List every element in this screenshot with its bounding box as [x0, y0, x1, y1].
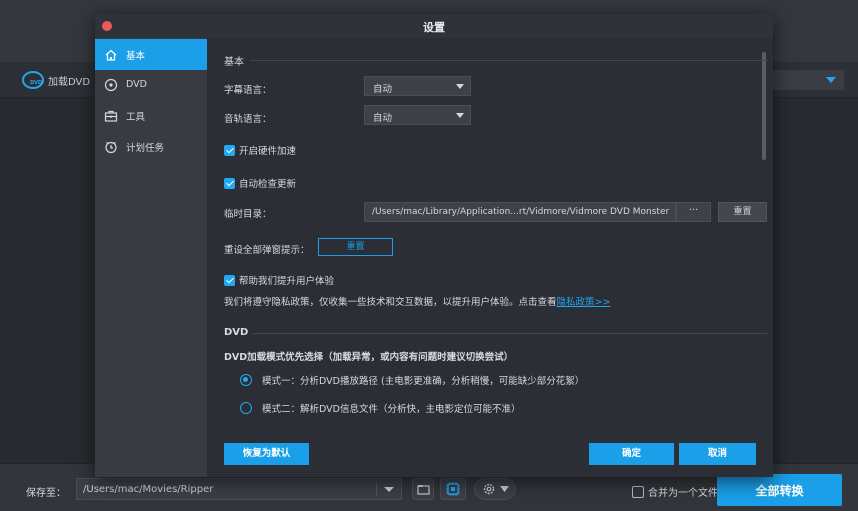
- save-path-select[interactable]: /Users/mac/Movies/Ripper: [76, 478, 402, 500]
- radio-label: 模式一：分析DVD播放路径 (主电影更准确，分析稍慢，可能缺少部分花絮）: [262, 376, 585, 387]
- radio-unselected[interactable]: [240, 402, 252, 414]
- audio-language-label: 音轨语言：: [224, 114, 272, 125]
- section-divider: [253, 333, 767, 334]
- subtitle-language-select[interactable]: 自动: [364, 76, 471, 96]
- checkbox-label: 帮助我们提升用户体验: [239, 276, 335, 287]
- checkbox-label: 自动检查更新: [239, 179, 297, 190]
- toolbox-icon: [104, 110, 118, 122]
- load-dvd-button[interactable]: 加载DVD: [22, 71, 90, 89]
- temp-dir-label: 临时目录：: [224, 209, 272, 220]
- sidebar-item-basic[interactable]: 基本: [95, 39, 207, 70]
- divider: [376, 482, 377, 496]
- section-title-basic: 基本: [224, 57, 244, 68]
- checkbox-box[interactable]: [632, 485, 644, 498]
- section-divider: [250, 60, 767, 61]
- reset-temp-dir-button[interactable]: 重置: [718, 202, 767, 222]
- open-folder-button[interactable]: [412, 478, 434, 500]
- settings-sidebar: 基本 DVD 工具 计划任务: [95, 38, 207, 477]
- sidebar-item-label: 基本: [126, 50, 146, 62]
- radio-label: 模式二：解析DVD信息文件（分析快，主电影定位可能不准）: [262, 404, 521, 415]
- checkbox-checked[interactable]: [224, 177, 235, 189]
- load-dvd-label: 加载DVD: [48, 76, 91, 88]
- chevron-down-icon: [456, 84, 464, 89]
- section-title-dvd: DVD: [224, 327, 249, 338]
- reset-popups-button[interactable]: 重置: [318, 238, 393, 256]
- merge-checkbox[interactable]: 合并为一个文件: [632, 484, 718, 499]
- dialog-title: 设置: [423, 21, 445, 34]
- temp-dir-field[interactable]: /Users/mac/Library/Application...rt/Vidm…: [364, 202, 676, 222]
- restore-default-button[interactable]: 恢复为默认: [224, 443, 309, 465]
- improve-experience-checkbox[interactable]: 帮助我们提升用户体验: [224, 273, 334, 287]
- chevron-down-icon: [384, 487, 394, 492]
- chevron-down-icon: [499, 486, 509, 492]
- checkbox-checked[interactable]: [224, 274, 235, 286]
- checkbox-checked[interactable]: [224, 144, 235, 156]
- select-value: 自动: [373, 84, 393, 95]
- chevron-down-icon: [826, 77, 836, 83]
- sidebar-item-dvd[interactable]: DVD: [95, 69, 207, 100]
- settings-dialog: 设置 基本 DVD 工具 计划任务 基本 字幕语言： 自动 音轨语言： 自动 开…: [95, 14, 773, 477]
- select-value: 自动: [373, 113, 393, 124]
- sidebar-item-label: 计划任务: [126, 142, 165, 154]
- checkbox-label: 开启硬件加速: [239, 146, 297, 157]
- audio-language-select[interactable]: 自动: [364, 105, 471, 125]
- chevron-down-icon: [456, 113, 464, 118]
- clock-icon: [105, 141, 117, 153]
- ok-button[interactable]: 确定: [589, 443, 674, 465]
- sidebar-item-schedule[interactable]: 计划任务: [95, 131, 207, 162]
- privacy-text: 我们将遵守隐私政策，仅收集一些技术和交互数据，以提升用户体验。点击查看隐私政策>…: [224, 294, 610, 308]
- subtitle-language-label: 字幕语言：: [224, 85, 272, 96]
- hardware-accel-button[interactable]: [440, 478, 466, 500]
- merge-label: 合并为一个文件: [648, 488, 718, 499]
- auto-update-checkbox[interactable]: 自动检查更新: [224, 176, 296, 190]
- reset-popups-label: 重设全部弹窗提示：: [224, 245, 310, 256]
- profile-dropdown[interactable]: [772, 70, 844, 90]
- radio-selected[interactable]: [240, 374, 252, 386]
- home-icon: [105, 49, 117, 61]
- convert-all-button[interactable]: 全部转换: [717, 474, 842, 506]
- scrollbar[interactable]: [762, 52, 766, 160]
- sidebar-item-label: DVD: [126, 79, 147, 90]
- cancel-button[interactable]: 取消: [679, 443, 756, 465]
- dvd-load-mode-label: DVD加载模式优先选择（加载异常，或内容有问题时建议切换尝试）: [224, 352, 514, 363]
- mode2-radio[interactable]: 模式二：解析DVD信息文件（分析快，主电影定位可能不准）: [240, 401, 520, 415]
- dvd-icon: [22, 71, 44, 89]
- sidebar-item-tools[interactable]: 工具: [95, 100, 207, 131]
- settings-button[interactable]: [474, 478, 516, 500]
- save-path-value: /Users/mac/Movies/Ripper: [83, 484, 214, 495]
- chip-icon: [446, 482, 460, 496]
- hardware-accel-checkbox[interactable]: 开启硬件加速: [224, 143, 296, 157]
- browse-temp-dir-button[interactable]: ···: [676, 202, 711, 222]
- folder-icon: [416, 484, 430, 495]
- privacy-policy-link[interactable]: 隐私政策>>: [557, 297, 611, 308]
- mode1-radio[interactable]: 模式一：分析DVD播放路径 (主电影更准确，分析稍慢，可能缺少部分花絮）: [240, 373, 584, 387]
- privacy-description: 我们将遵守隐私政策，仅收集一些技术和交互数据，以提升用户体验。点击查看: [224, 297, 557, 308]
- save-to-label: 保存至：: [26, 488, 66, 499]
- gear-icon: [483, 483, 494, 495]
- sidebar-item-label: 工具: [126, 111, 146, 123]
- disc-icon: [104, 78, 118, 91]
- dialog-titlebar: 设置: [95, 14, 773, 38]
